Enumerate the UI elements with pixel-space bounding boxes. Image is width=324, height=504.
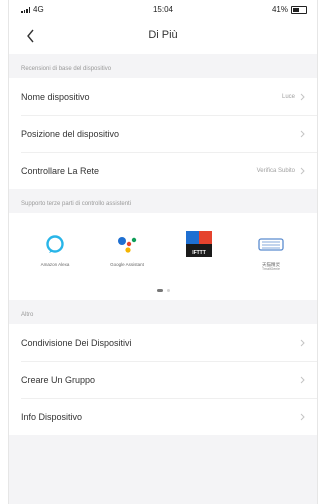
section-header-assistants: Supporto terze parti di controllo assist… <box>21 201 132 207</box>
ifttt-icon: IFTTT <box>184 231 214 257</box>
status-bar: 4G 15:04 41% <box>9 0 317 18</box>
chevron-right-icon <box>300 413 305 421</box>
row-label: Controllare La Rete <box>21 165 100 176</box>
device-info-group: Nome dispositivo Luce Posizione del disp… <box>9 78 317 189</box>
status-right: 41% <box>272 5 307 14</box>
assistant-caption: Amazon Alexa <box>40 262 70 267</box>
row-device-sharing[interactable]: Condivisione Dei Dispositivi <box>9 324 317 361</box>
status-time: 15:04 <box>152 5 174 14</box>
chevron-right-icon <box>300 376 305 384</box>
row-label: Creare Un Gruppo <box>21 374 96 385</box>
tmall-genie-icon <box>256 231 286 257</box>
row-label: Posizione del dispositivo <box>21 128 120 139</box>
assistants-carousel: Amazon Alexa Google Assistant IFTTT 天猫精灵… <box>9 213 317 301</box>
assistant-alexa[interactable]: Amazon Alexa <box>27 231 83 271</box>
row-device-name[interactable]: Nome dispositivo Luce <box>9 78 317 115</box>
assistant-tmall-genie[interactable]: 天猫精灵 TmallGenie <box>243 231 299 271</box>
row-device-location[interactable]: Posizione del dispositivo <box>9 115 317 152</box>
chevron-right-icon <box>300 167 305 174</box>
battery-icon <box>291 5 307 14</box>
row-device-info[interactable]: Info Dispositivo <box>9 398 317 435</box>
chevron-right-icon <box>300 339 305 347</box>
row-label: Nome dispositivo <box>21 91 90 102</box>
page-dot[interactable] <box>166 289 170 293</box>
row-label: Condivisione Dei Dispositivi <box>21 337 132 348</box>
page-title: Di Più <box>148 29 178 41</box>
assistant-caption: Google Assistant <box>110 262 144 267</box>
battery-text: 41% <box>271 5 288 14</box>
assistant-subcaption: TmallGenie <box>262 267 280 272</box>
assistant-list: Amazon Alexa Google Assistant IFTTT 天猫精灵… <box>9 231 317 271</box>
phone-screen: 4G 15:04 41% Di Più Recensioni di base d… <box>8 0 318 504</box>
chevron-right-icon <box>300 130 305 137</box>
row-create-group[interactable]: Creare Un Gruppo <box>9 361 317 398</box>
google-assistant-icon <box>112 231 142 257</box>
assistant-ifttt[interactable]: IFTTT <box>171 231 227 271</box>
svg-text:IFTTT: IFTTT <box>192 250 206 256</box>
alexa-icon <box>40 231 70 257</box>
chevron-right-icon <box>300 93 305 100</box>
other-group: Condivisione Dei Dispositivi Creare Un G… <box>9 324 317 436</box>
assistant-google[interactable]: Google Assistant <box>99 231 155 271</box>
row-value: Luce <box>281 93 295 100</box>
carousel-page-indicator <box>9 289 317 293</box>
section-header-other: Altro <box>21 312 34 319</box>
section-header-device-info: Recensioni di base del dispositivo <box>21 66 112 72</box>
row-label: Info Dispositivo <box>21 411 83 422</box>
nav-bar: Di Più <box>9 18 317 54</box>
row-check-network[interactable]: Controllare La Rete Verifica Subito <box>9 152 317 189</box>
row-value: Verifica Subito <box>256 167 295 174</box>
page-dot-active[interactable] <box>156 289 163 293</box>
